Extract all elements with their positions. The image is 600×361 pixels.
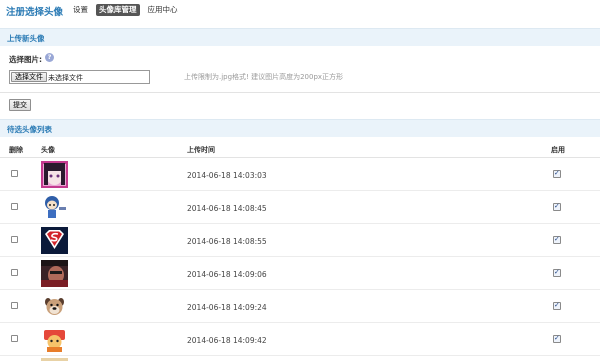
choose-file-button[interactable]: 选择文件 xyxy=(11,72,47,82)
table-row: 2014-06-18 14:08:45 xyxy=(0,191,600,224)
file-input[interactable]: 选择文件 未选择文件 xyxy=(9,70,150,84)
delete-checkbox[interactable] xyxy=(11,203,18,210)
delete-checkbox[interactable] xyxy=(11,236,18,243)
avatar xyxy=(41,326,68,353)
column-avatar: 头像 xyxy=(41,146,55,154)
column-upload-time: 上传时间 xyxy=(187,146,215,154)
avatar xyxy=(41,227,68,254)
table-row: 2014-06-18 14:08:55 xyxy=(0,224,600,257)
avatar xyxy=(41,194,68,221)
column-delete: 删除 xyxy=(9,146,23,154)
avatar xyxy=(41,161,68,188)
select-image-label: 选择图片: xyxy=(9,55,42,64)
upload-time: 2014-06-18 14:09:24 xyxy=(187,303,267,312)
delete-checkbox[interactable] xyxy=(11,335,18,342)
top-bar: 注册选择头像 设置 头像库管理 应用中心 xyxy=(0,0,600,20)
brand-title: 注册选择头像 xyxy=(6,7,64,18)
column-enabled: 启用 xyxy=(551,146,565,154)
avatar xyxy=(41,260,68,287)
table-row: 2014-06-18 14:09:24 xyxy=(0,290,600,323)
list-section-title: 待选头像列表 xyxy=(7,125,52,134)
enabled-checkbox[interactable] xyxy=(553,169,561,178)
delete-checkbox[interactable] xyxy=(11,269,18,276)
nav-avatar-library[interactable]: 头像库管理 xyxy=(96,4,140,16)
delete-checkbox[interactable] xyxy=(11,302,18,309)
upload-time: 2014-06-18 14:08:45 xyxy=(187,204,267,213)
table-row: 2014-06-18 14:09:42 xyxy=(0,323,600,356)
avatar-partial xyxy=(41,356,68,361)
nav-settings[interactable]: 设置 xyxy=(70,4,91,16)
help-icon[interactable]: ? xyxy=(45,53,54,62)
delete-checkbox[interactable] xyxy=(11,170,18,177)
file-status: 未选择文件 xyxy=(48,74,83,82)
submit-button[interactable]: 提交 xyxy=(9,99,31,111)
upload-time: 2014-06-18 14:09:06 xyxy=(187,270,267,279)
upload-time: 2014-06-18 14:09:42 xyxy=(187,336,267,345)
upload-time: 2014-06-18 14:03:03 xyxy=(187,171,267,180)
list-section-header: 待选头像列表 xyxy=(0,119,600,137)
enabled-checkbox[interactable] xyxy=(553,334,561,343)
upload-section-title: 上传新头像 xyxy=(7,34,45,43)
nav-app-center[interactable]: 应用中心 xyxy=(145,4,181,16)
divider xyxy=(0,92,600,93)
upload-section-header: 上传新头像 xyxy=(0,28,600,46)
enabled-checkbox[interactable] xyxy=(553,301,561,310)
enabled-checkbox[interactable] xyxy=(553,268,561,277)
avatar xyxy=(41,293,68,320)
enabled-checkbox[interactable] xyxy=(553,202,561,211)
upload-hint: 上传限制为.jpg格式! 建议图片高度为200px正方形 xyxy=(184,73,344,81)
top-nav: 设置 头像库管理 应用中心 xyxy=(70,4,181,16)
upload-time: 2014-06-18 14:08:55 xyxy=(187,237,267,246)
table-row: 2014-06-18 14:03:03 xyxy=(0,158,600,191)
table-row: 2014-06-18 14:09:06 xyxy=(0,257,600,290)
enabled-checkbox[interactable] xyxy=(553,235,561,244)
